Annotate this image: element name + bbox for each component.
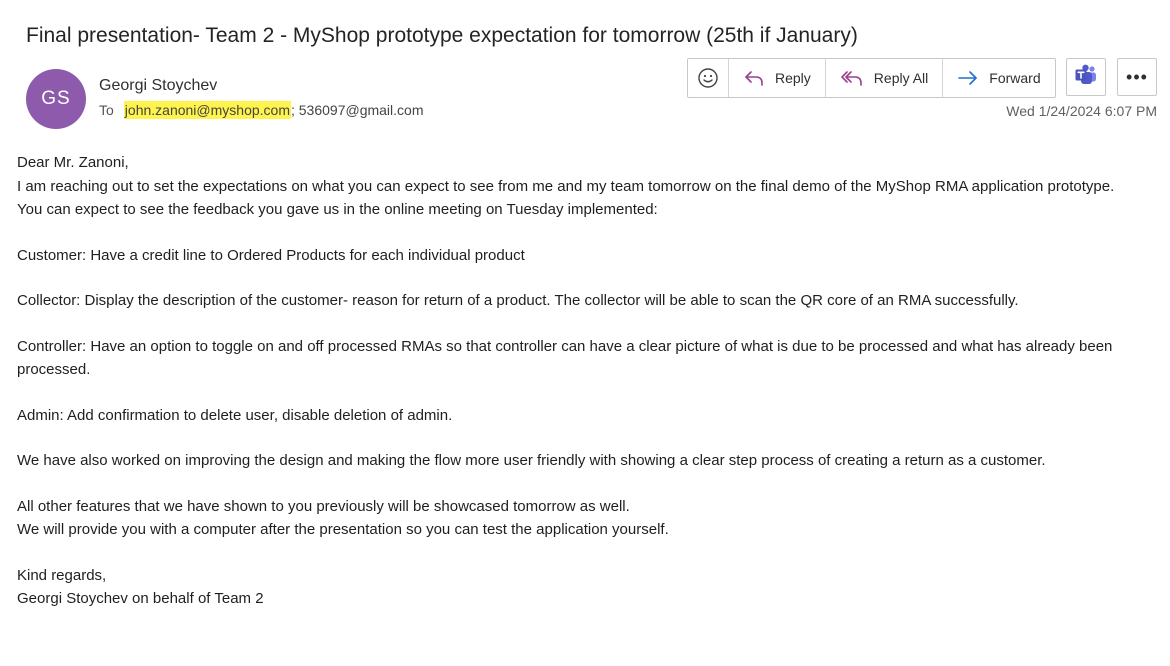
avatar[interactable]: GS xyxy=(26,69,86,129)
reply-all-label: Reply All xyxy=(873,70,929,86)
forward-button[interactable]: Forward xyxy=(943,59,1054,97)
reply-icon xyxy=(743,69,765,87)
sender-name[interactable]: Georgi Stoychev xyxy=(99,77,217,95)
email-reading-pane: Final presentation- Team 2 - MyShop prot… xyxy=(0,0,1170,666)
avatar-initials: GS xyxy=(41,88,71,109)
controller-item: Controller: Have an option to toggle on … xyxy=(17,337,1113,379)
teams-button[interactable] xyxy=(1066,58,1106,96)
reply-button[interactable]: Reply xyxy=(729,59,826,97)
signature: Georgi Stoychev on behalf of Team 2 xyxy=(17,590,264,607)
sent-timestamp: Wed 1/24/2024 6:07 PM xyxy=(1006,103,1157,119)
forward-label: Forward xyxy=(989,70,1041,86)
recipients-line: To john.zanoni@myshop.com; 536097@gmail.c… xyxy=(99,101,424,119)
email-subject: Final presentation- Team 2 - MyShop prot… xyxy=(26,24,858,47)
collector-item: Collector: Display the description of th… xyxy=(17,292,1019,309)
intro-feedback-line: You can expect to see the feedback you g… xyxy=(17,201,658,218)
more-actions-button[interactable]: ••• xyxy=(1117,58,1157,96)
other-features-line: All other features that we have shown to… xyxy=(17,497,630,515)
computer-line: We will provide you with a computer afte… xyxy=(17,521,669,538)
message-actions-toolbar: Reply Reply All Forward xyxy=(687,58,1056,98)
recipient-highlighted[interactable]: john.zanoni@myshop.com xyxy=(123,101,291,119)
more-icon: ••• xyxy=(1126,66,1148,87)
closing: Kind regards, xyxy=(17,566,107,584)
reply-label: Reply xyxy=(775,70,811,86)
greeting: Dear Mr. Zanoni, xyxy=(17,154,129,171)
smiley-icon xyxy=(697,67,719,89)
admin-item: Admin: Add confirmation to delete user, … xyxy=(17,406,453,424)
to-label: To xyxy=(99,102,114,118)
teams-icon xyxy=(1074,64,1098,91)
forward-icon xyxy=(957,69,979,87)
reply-all-button[interactable]: Reply All xyxy=(826,59,944,97)
intro-paragraph: I am reaching out to set the expectation… xyxy=(17,177,1115,195)
react-button[interactable] xyxy=(688,59,729,97)
recipient-others[interactable]: ; 536097@gmail.com xyxy=(291,102,424,118)
reply-all-icon xyxy=(840,69,864,87)
email-body: Dear Mr. Zanoni, I am reaching out to se… xyxy=(17,151,1162,611)
design-paragraph: We have also worked on improving the des… xyxy=(17,452,1046,469)
customer-item: Customer: Have a credit line to Ordered … xyxy=(17,246,525,264)
